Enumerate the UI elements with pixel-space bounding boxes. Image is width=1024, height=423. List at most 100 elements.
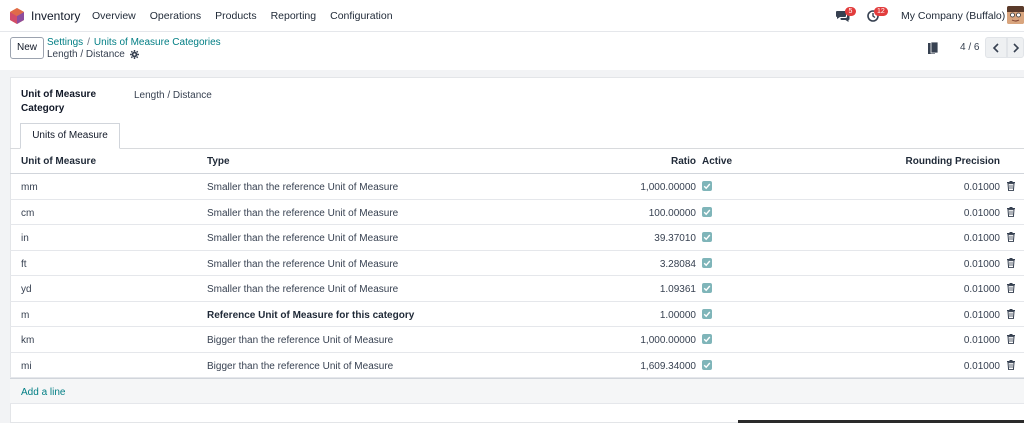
trash-icon[interactable] [1007, 334, 1015, 344]
menu-overview[interactable]: Overview [92, 10, 136, 22]
cell-type: Smaller than the reference Unit of Measu… [207, 284, 399, 295]
column-header-rounding[interactable]: Rounding Precision [906, 156, 1000, 167]
breadcrumb-uom-categories[interactable]: Units of Measure Categories [94, 37, 221, 48]
breadcrumb-settings[interactable]: Settings [47, 37, 83, 48]
cell-uom: yd [21, 284, 32, 295]
avatar[interactable] [1007, 6, 1024, 24]
menu-configuration[interactable]: Configuration [330, 10, 392, 22]
record-title-text: Length / Distance [47, 49, 125, 60]
chevron-left-icon [992, 42, 999, 53]
cell-uom: cm [21, 207, 35, 219]
cell-uom: in [21, 233, 29, 244]
add-line-link[interactable]: Add a line [21, 387, 65, 398]
category-field-value[interactable]: Length / Distance [134, 90, 212, 101]
record-title: Length / Distance [47, 49, 139, 60]
cell-uom: ft [21, 258, 27, 270]
trash-icon[interactable] [1007, 181, 1015, 191]
inventory-app-icon[interactable] [10, 8, 24, 24]
table-row[interactable]: yd Smaller than the reference Unit of Mea… [10, 276, 1024, 302]
active-checkbox[interactable] [702, 232, 712, 242]
tab-units-of-measure[interactable]: Units of Measure [20, 123, 120, 149]
column-header-active[interactable]: Active [702, 156, 732, 167]
active-checkbox[interactable] [702, 206, 712, 217]
pager-previous-button[interactable] [985, 37, 1007, 58]
cell-ratio: 1,000.00000 [640, 335, 696, 346]
gear-icon[interactable] [129, 50, 139, 59]
table-row[interactable]: cm Smaller than the reference Unit of Mea… [10, 200, 1024, 225]
cell-rounding: 0.01000 [963, 207, 1000, 219]
messages-badge: 5 [845, 7, 856, 16]
trash-icon[interactable] [1007, 283, 1015, 293]
column-header-type[interactable]: Type [207, 156, 230, 167]
breadcrumb-separator: / [87, 37, 90, 48]
add-line-row: Add a line [10, 378, 1024, 404]
check-icon [703, 362, 711, 368]
activities-badge: 12 [874, 7, 888, 16]
trash-icon[interactable] [1007, 308, 1015, 319]
table-row[interactable]: km Bigger than the reference Unit of Meas… [10, 327, 1024, 353]
cell-type: Bigger than the reference Unit of Measur… [207, 335, 394, 346]
active-checkbox[interactable] [702, 334, 712, 344]
trash-icon[interactable] [1007, 257, 1015, 268]
cell-rounding: 0.01000 [963, 309, 1000, 321]
main-menu: Overview Operations Products Reporting C… [92, 10, 407, 22]
check-icon [703, 183, 711, 190]
check-icon [703, 209, 711, 215]
cell-ratio: 1,000.00000 [640, 182, 696, 193]
cell-type: Smaller than the reference Unit of Measu… [207, 207, 399, 219]
pager-value[interactable]: 4 / 6 [960, 42, 979, 53]
cell-ratio: 3.28084 [659, 258, 696, 270]
cell-type: Smaller than the reference Unit of Measu… [207, 258, 399, 270]
chevron-right-icon [1012, 42, 1019, 53]
cell-ratio: 39.37010 [654, 233, 696, 244]
category-field-label: Unit of Measure Category [21, 89, 97, 114]
trash-icon[interactable] [1007, 232, 1015, 242]
table-row[interactable]: m Reference Unit of Measure for this cate… [10, 302, 1024, 327]
menu-products[interactable]: Products [215, 10, 256, 22]
cell-type: Bigger than the reference Unit of Measur… [207, 360, 394, 372]
app-name[interactable]: Inventory [31, 9, 80, 23]
check-icon [703, 311, 711, 317]
table-row[interactable]: in Smaller than the reference Unit of Mea… [10, 225, 1024, 251]
trash-icon[interactable] [1007, 206, 1015, 217]
cell-ratio: 1,609.34000 [640, 360, 696, 372]
trash-icon[interactable] [1007, 359, 1015, 370]
cell-rounding: 0.01000 [963, 233, 1000, 244]
menu-reporting[interactable]: Reporting [271, 10, 317, 22]
cell-type: Reference Unit of Measure for this categ… [207, 309, 415, 321]
cell-uom: mi [21, 360, 32, 372]
check-icon [703, 285, 711, 292]
check-icon [703, 234, 711, 241]
cell-rounding: 0.01000 [963, 360, 1000, 372]
new-button[interactable]: New [10, 37, 44, 59]
cell-uom: m [21, 309, 30, 321]
cell-rounding: 0.01000 [963, 182, 1000, 193]
table-row[interactable]: ft Smaller than the reference Unit of Mea… [10, 251, 1024, 276]
cell-type: Smaller than the reference Unit of Measu… [207, 182, 399, 193]
table-row[interactable]: mi Bigger than the reference Unit of Meas… [10, 353, 1024, 378]
active-checkbox[interactable] [702, 283, 712, 293]
cell-type: Smaller than the reference Unit of Measu… [207, 233, 399, 244]
cell-rounding: 0.01000 [963, 284, 1000, 295]
check-icon [703, 336, 711, 343]
book-icon[interactable] [928, 42, 939, 55]
cell-ratio: 100.00000 [648, 207, 696, 219]
cell-uom: km [21, 335, 35, 346]
cell-ratio: 1.00000 [659, 309, 696, 321]
table-row[interactable]: mm Smaller than the reference Unit of Mea… [10, 174, 1024, 200]
pager-next-button[interactable] [1007, 37, 1024, 58]
company-switcher[interactable]: My Company (Buffalo) [901, 10, 1005, 22]
active-checkbox[interactable] [702, 359, 712, 370]
cell-rounding: 0.01000 [963, 335, 1000, 346]
table-header: Unit of Measure Type Ratio Active Roundi… [10, 149, 1024, 174]
column-header-uom[interactable]: Unit of Measure [21, 156, 96, 167]
active-checkbox[interactable] [702, 257, 712, 268]
active-checkbox[interactable] [702, 308, 712, 319]
menu-operations[interactable]: Operations [150, 10, 201, 22]
column-header-ratio[interactable]: Ratio [671, 156, 696, 167]
active-checkbox[interactable] [702, 181, 712, 191]
check-icon [703, 260, 711, 266]
breadcrumb: Settings / Units of Measure Categories [47, 37, 221, 48]
cell-uom: mm [21, 182, 38, 193]
cell-ratio: 1.09361 [659, 284, 696, 295]
